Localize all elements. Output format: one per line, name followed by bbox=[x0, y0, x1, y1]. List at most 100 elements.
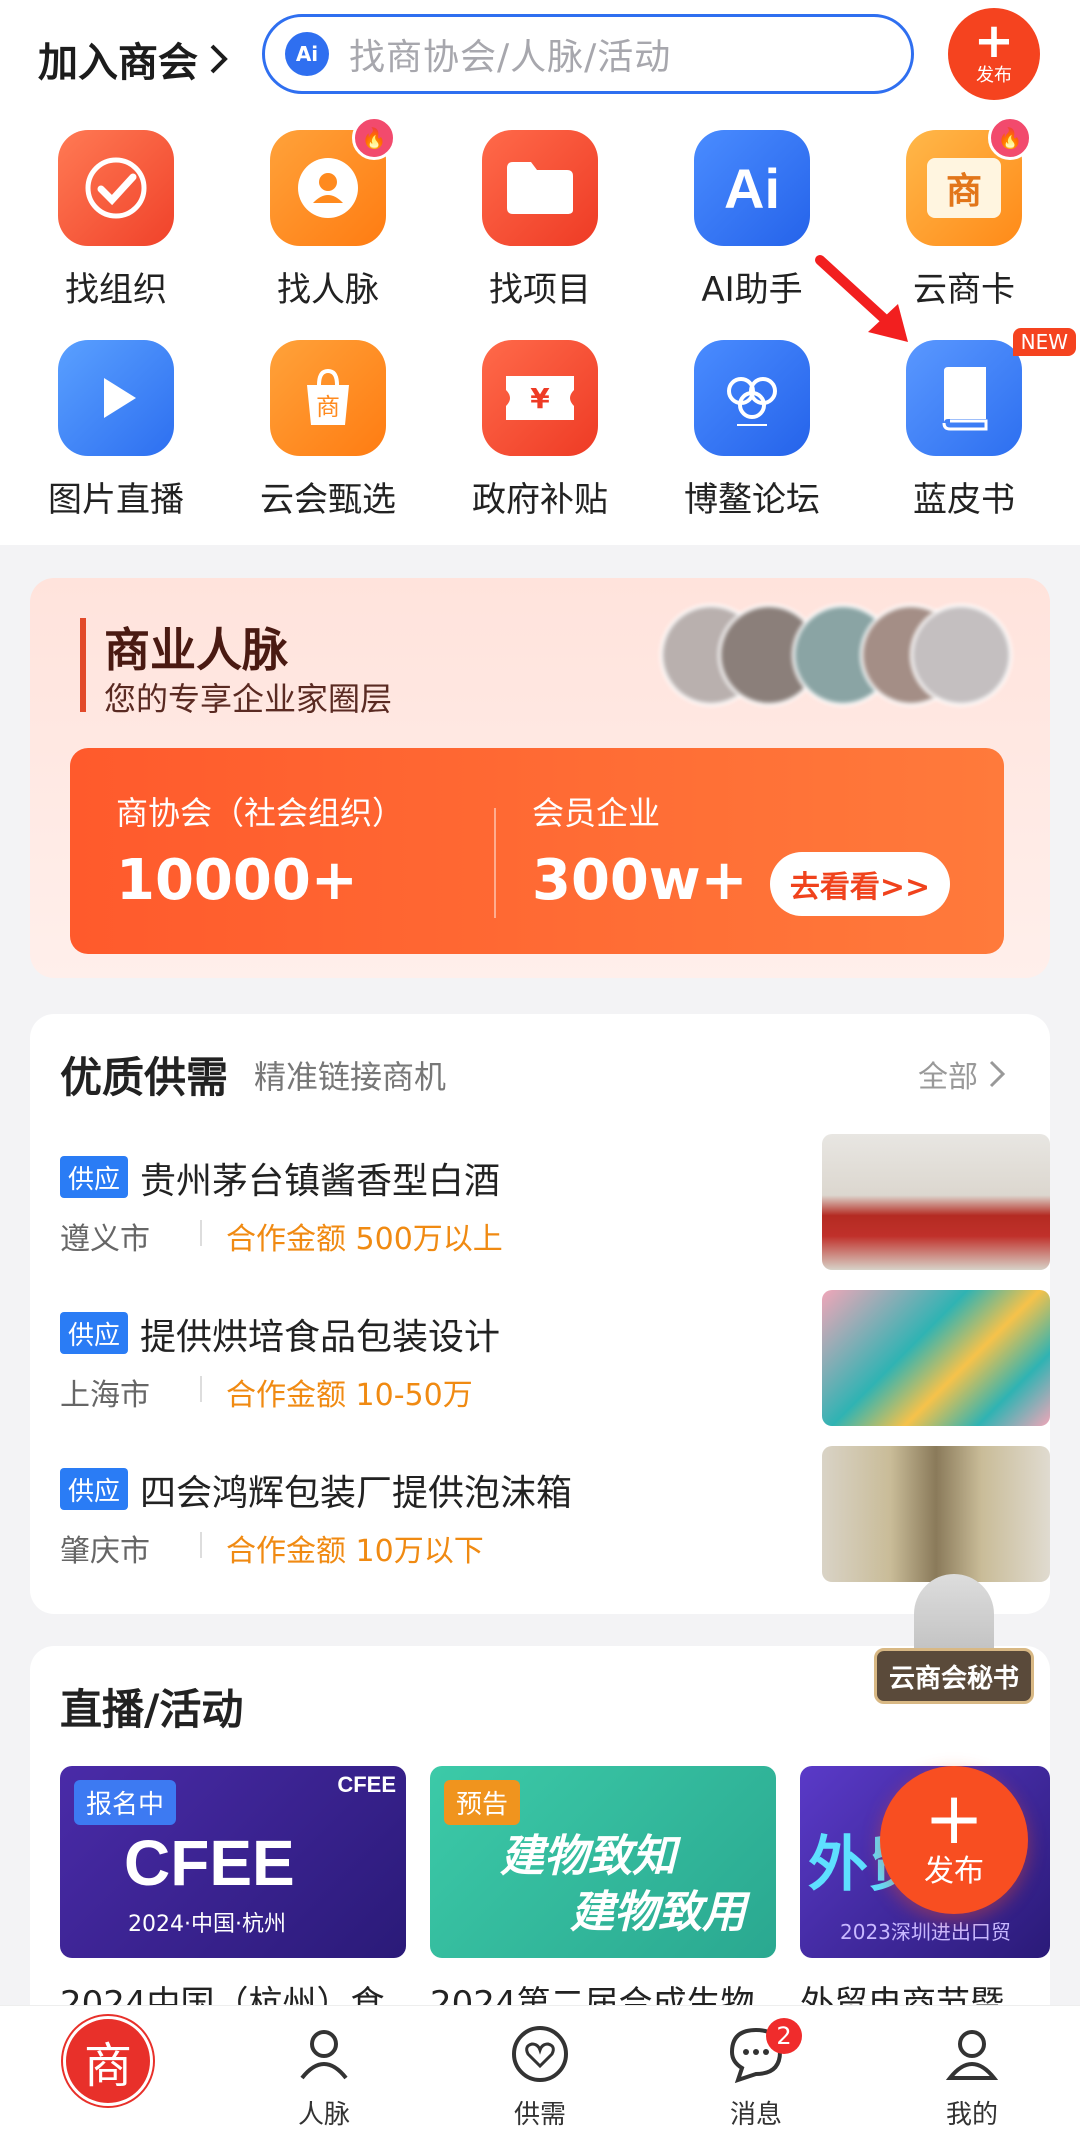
shortcut-find-org[interactable]: 找组织 bbox=[10, 130, 222, 311]
stat-label: 会员企业 bbox=[532, 794, 661, 832]
avatar-stack bbox=[660, 604, 1012, 706]
stat-label: 商协会（社会组织） bbox=[116, 794, 405, 832]
shortcut-label: 找组织 bbox=[65, 270, 167, 310]
svg-text:¥: ¥ bbox=[530, 382, 550, 415]
ai-icon: Ai bbox=[285, 32, 329, 76]
publish-button[interactable]: + 发布 bbox=[948, 8, 1040, 100]
hot-flame-icon: 🔥 bbox=[352, 116, 396, 160]
item-city: 遵义市 bbox=[60, 1222, 150, 1257]
checkmark-circle-icon bbox=[58, 130, 174, 246]
tab-label: 消息 bbox=[729, 2100, 782, 2130]
supply-demand-card: 优质供需 精准链接商机 全部 供应 贵州茅台镇酱香型白酒 遵义市 合作金额 50… bbox=[30, 1014, 1050, 1614]
divider bbox=[200, 1376, 202, 1402]
shortcut-yunhui-select[interactable]: 商 云会甄选 bbox=[222, 340, 434, 521]
biz-title: 商业人脉 bbox=[104, 623, 288, 677]
supply-tag: 供应 bbox=[60, 1312, 128, 1354]
new-badge: NEW bbox=[1012, 328, 1076, 356]
status-badge: 报名中 bbox=[74, 1780, 177, 1825]
header: 加入商会 Ai 找商协会/人脉/活动 + 发布 找组织 🔥 找人脉 找项目 Ai… bbox=[0, 0, 1080, 545]
cfee-logo: CFEE bbox=[337, 1772, 396, 1797]
secretary-assistant[interactable]: 云商会秘书 bbox=[874, 1574, 1034, 1704]
tab-supply[interactable]: 供需 bbox=[432, 2006, 648, 2132]
item-title: 提供烘培食品包装设计 bbox=[140, 1317, 501, 1358]
item-title: 贵州茅台镇酱香型白酒 bbox=[140, 1161, 501, 1202]
list-item[interactable]: 供应 四会鸿辉包装厂提供泡沫箱 肇庆市 合作金额 10万以下 bbox=[60, 1446, 1050, 1586]
search-placeholder: 找商协会/人脉/活动 bbox=[349, 37, 672, 78]
item-thumbnail bbox=[822, 1290, 1050, 1426]
list-item[interactable]: 供应 贵州茅台镇酱香型白酒 遵义市 合作金额 500万以上 bbox=[60, 1134, 1050, 1274]
supply-tag: 供应 bbox=[60, 1156, 128, 1198]
tab-home[interactable]: 商 bbox=[0, 2006, 216, 2132]
publish-label: 发布 bbox=[976, 65, 1012, 86]
item-thumbnail bbox=[822, 1134, 1050, 1270]
item-amount: 合作金额 500万以上 bbox=[226, 1222, 503, 1257]
tab-label: 供需 bbox=[513, 2100, 566, 2130]
biz-subtitle: 您的专享企业家圈层 bbox=[104, 680, 393, 718]
view-all-label: 全部 bbox=[918, 1060, 978, 1095]
tab-messages[interactable]: 2 消息 bbox=[648, 2006, 864, 2132]
chevron-right-icon bbox=[210, 44, 228, 74]
event-art-sub: 2023深圳进出口贸 bbox=[840, 1920, 1011, 1944]
shortcut-find-project[interactable]: 找项目 bbox=[434, 130, 646, 311]
plus-icon: + bbox=[973, 13, 1015, 69]
section-title: 直播/活动 bbox=[60, 1685, 244, 1734]
go-see-button[interactable]: 去看看>> bbox=[770, 852, 950, 916]
book-icon: NEW bbox=[906, 328, 1076, 456]
event-card[interactable]: 预告 建物致知 建物致用 bbox=[430, 1766, 776, 1958]
shortcut-photo-live[interactable]: 图片直播 bbox=[10, 340, 222, 521]
pointer-arrow-icon bbox=[815, 255, 908, 342]
view-all-link[interactable]: 全部 bbox=[918, 1052, 1006, 1096]
floating-publish-button[interactable]: + 发布 bbox=[880, 1766, 1028, 1914]
join-chamber-link[interactable]: 加入商会 bbox=[38, 30, 230, 88]
divider bbox=[200, 1532, 202, 1558]
shopping-bag-icon: 商 bbox=[270, 340, 386, 456]
join-label: 加入商会 bbox=[38, 40, 198, 86]
unread-badge: 2 bbox=[766, 2018, 802, 2054]
event-art-sub: 2024·中国·杭州 bbox=[128, 1912, 286, 1937]
tab-profile[interactable]: 我的 bbox=[864, 2006, 1080, 2132]
event-art-title: CFEE bbox=[124, 1827, 295, 1899]
folder-icon bbox=[482, 130, 598, 246]
item-title: 四会鸿辉包装厂提供泡沫箱 bbox=[140, 1473, 573, 1514]
person-icon: 🔥 bbox=[270, 116, 396, 246]
stat-value: 10000+ bbox=[116, 848, 358, 913]
chevron-right-icon bbox=[989, 1060, 1006, 1088]
item-thumbnail bbox=[822, 1446, 1050, 1582]
title-accent-bar bbox=[80, 618, 86, 712]
item-amount: 合作金额 10-50万 bbox=[226, 1378, 473, 1413]
shortcut-find-people[interactable]: 🔥 找人脉 bbox=[222, 116, 434, 311]
secretary-label: 云商会秘书 bbox=[874, 1648, 1034, 1704]
stats-panel: 商协会（社会组织） 10000+ 会员企业 300w+ 去看看>> bbox=[70, 748, 1004, 954]
status-badge: 预告 bbox=[444, 1780, 521, 1825]
divider bbox=[200, 1220, 202, 1246]
shortcut-label: 找项目 bbox=[489, 270, 591, 310]
tab-people[interactable]: 人脉 bbox=[216, 2006, 432, 2132]
shortcut-boao-forum[interactable]: 博鳌论坛 bbox=[646, 340, 858, 521]
list-item[interactable]: 供应 提供烘培食品包装设计 上海市 合作金额 10-50万 bbox=[60, 1290, 1050, 1430]
shortcut-gov-subsidy[interactable]: ¥ 政府补贴 bbox=[434, 340, 646, 521]
shortcut-blue-book[interactable]: NEW 蓝皮书 bbox=[858, 328, 1076, 521]
shortcut-label: 图片直播 bbox=[48, 480, 184, 520]
divider bbox=[494, 808, 496, 918]
stat-value: 300w+ bbox=[532, 848, 748, 913]
avatar bbox=[910, 604, 1012, 706]
item-city: 上海市 bbox=[60, 1378, 150, 1413]
item-amount: 合作金额 10万以下 bbox=[226, 1534, 484, 1569]
section-subtitle: 精准链接商机 bbox=[254, 1058, 447, 1096]
event-art-title: 建物致知 bbox=[500, 1831, 676, 1882]
heart-exchange-icon bbox=[512, 2026, 568, 2082]
business-network-card[interactable]: 商业人脉 您的专享企业家圈层 商协会（社会组织） 10000+ 会员企业 300… bbox=[30, 578, 1050, 978]
plus-icon: + bbox=[923, 1776, 985, 1860]
svg-text:商: 商 bbox=[316, 393, 340, 421]
shortcut-label: 政府补贴 bbox=[472, 480, 608, 520]
shortcut-label: 蓝皮书 bbox=[913, 480, 1015, 520]
yuan-ticket-icon: ¥ bbox=[482, 340, 598, 456]
profile-icon bbox=[945, 2030, 999, 2080]
home-logo-icon: 商 bbox=[63, 2016, 153, 2106]
ai-icon: Ai bbox=[694, 130, 810, 246]
search-input[interactable]: Ai 找商协会/人脉/活动 bbox=[262, 14, 914, 94]
section-title: 优质供需 bbox=[60, 1053, 229, 1102]
bottom-tab-bar: 商 人脉 供需 2 消息 我的 bbox=[0, 2005, 1080, 2132]
hot-flame-icon: 🔥 bbox=[988, 116, 1032, 160]
event-card[interactable]: 报名中 CFEE CFEE 2024·中国·杭州 bbox=[60, 1766, 406, 1958]
